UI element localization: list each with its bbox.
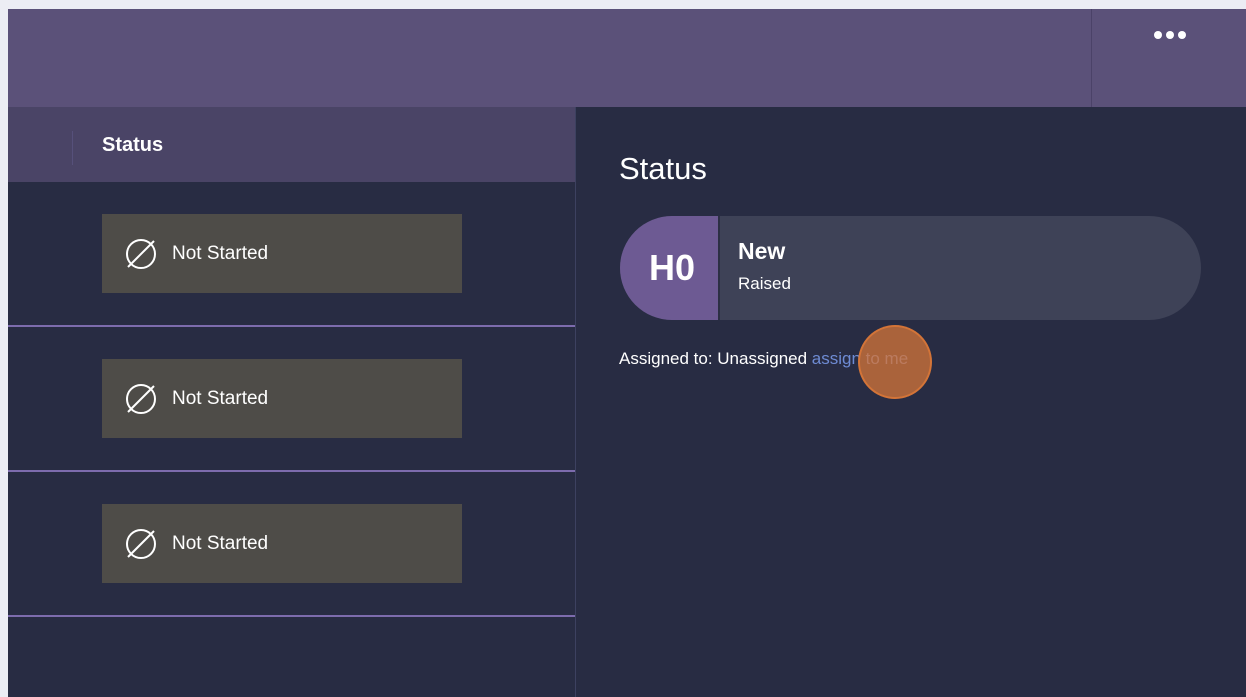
- status-detail-panel: Status H0 New Raised Assigned to: Unassi…: [576, 107, 1246, 697]
- click-indicator: [858, 325, 932, 399]
- app-frame: Status Not Started Not Started Not Start…: [8, 9, 1246, 697]
- status-code-badge: H0: [620, 216, 720, 320]
- status-list-panel: Status Not Started Not Started Not Start…: [8, 107, 576, 697]
- table-row: Not Started: [8, 327, 575, 472]
- ellipsis-icon: [1154, 31, 1162, 39]
- column-separator: [72, 131, 73, 165]
- status-chip-label: Not Started: [172, 242, 269, 264]
- status-chip-label: Not Started: [172, 387, 269, 409]
- status-chip-label: Not Started: [172, 532, 269, 554]
- status-chip[interactable]: Not Started: [102, 214, 462, 293]
- empty-set-icon: [122, 235, 160, 273]
- status-chip[interactable]: Not Started: [102, 359, 462, 438]
- more-options-button[interactable]: [1148, 23, 1192, 47]
- ellipsis-icon: [1178, 31, 1186, 39]
- column-header-label: Status: [102, 134, 164, 156]
- column-header: Status: [8, 107, 575, 182]
- ellipsis-icon: [1166, 31, 1174, 39]
- detail-title: Status: [619, 151, 707, 186]
- topbar-divider: [1091, 9, 1092, 107]
- table-row: Not Started: [8, 182, 575, 327]
- status-subtitle: Raised: [738, 274, 791, 293]
- status-code-label: H0: [648, 247, 696, 288]
- top-bar: [8, 9, 1246, 107]
- status-chip[interactable]: Not Started: [102, 504, 462, 583]
- empty-set-icon: [122, 525, 160, 563]
- assignee-text: Assigned to: Unassigned: [619, 349, 812, 368]
- empty-set-icon: [122, 380, 160, 418]
- status-name: New: [738, 238, 786, 264]
- table-row: Not Started: [8, 472, 575, 617]
- status-pill: H0 New Raised: [620, 216, 1201, 320]
